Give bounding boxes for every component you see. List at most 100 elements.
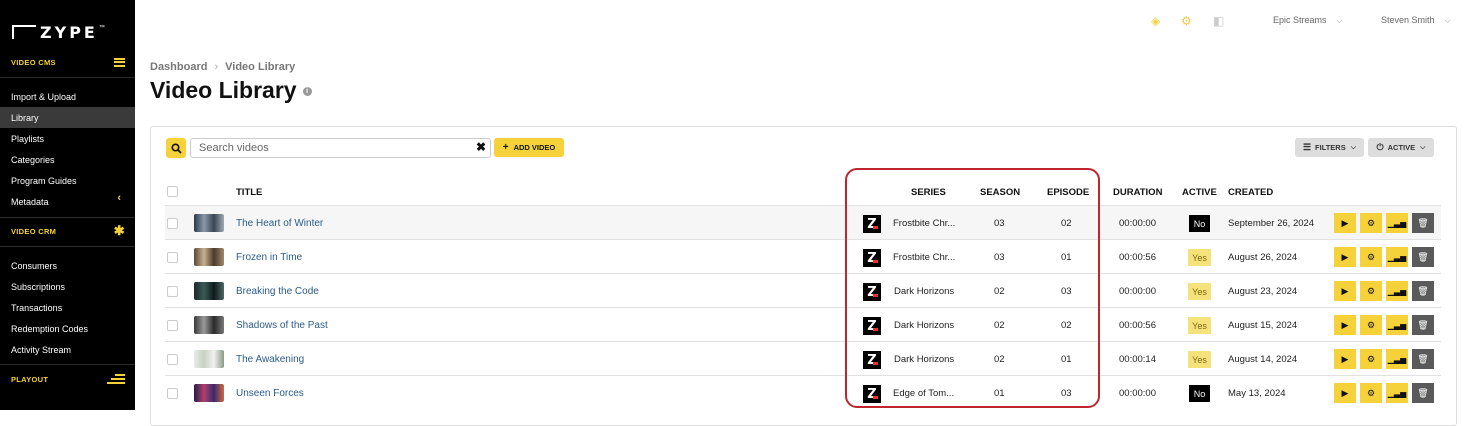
account-dropdown[interactable]: Epic Streams ⌵ [1273,15,1343,26]
row-checkbox[interactable] [167,218,178,229]
analytics-button[interactable]: ▁▃▅ [1386,349,1408,369]
row-checkbox[interactable] [167,354,178,365]
video-thumbnail[interactable] [194,316,224,334]
user-dropdown[interactable]: Steven Smith ⌵ [1381,15,1451,26]
table-row[interactable]: Breaking the Code Z Dark Horizons 02 03 … [165,273,1441,307]
video-thumbnail[interactable] [194,282,224,300]
chevron-down-icon: ⌵ [1336,16,1343,25]
video-title-link[interactable]: Shadows of the Past [236,320,328,331]
play-button[interactable]: ▶ [1334,281,1356,301]
video-title-link[interactable]: Unseen Forces [236,388,304,399]
settings-button[interactable]: ⚙ [1360,247,1382,267]
layers-icon[interactable]: ◈ [1151,14,1160,28]
sidebar-item-metadata[interactable]: Metadata [0,191,135,212]
settings-button[interactable]: ⚙ [1360,315,1382,335]
play-button[interactable]: ▶ [1334,383,1356,403]
video-title-link[interactable]: The Awakening [236,354,304,365]
analytics-button[interactable]: ▁▃▅ [1386,315,1408,335]
settings-button[interactable]: ⚙ [1360,281,1382,301]
search-button[interactable] [166,138,186,158]
sidebar-item-program-guides[interactable]: Program Guides [0,170,135,191]
row-checkbox[interactable] [167,320,178,331]
tag-icon[interactable]: ◧ [1213,14,1224,28]
trash-icon: 🗑 [1417,285,1429,296]
settings-cogs-icon[interactable]: ⚙ [1181,14,1192,28]
play-button[interactable]: ▶ [1334,315,1356,335]
sidebar-item-categories[interactable]: Categories [0,149,135,170]
video-thumbnail[interactable] [194,384,224,402]
delete-button[interactable]: 🗑 [1412,213,1434,233]
sidebar-item-activity-stream[interactable]: Activity Stream [0,339,135,360]
active-filter-button[interactable]: ⏻ ACTIVE ⌵ [1368,138,1434,157]
video-title-link[interactable]: The Heart of Winter [236,218,323,229]
signal-bars-icon: ▁▃▅ [1387,286,1407,296]
analytics-button[interactable]: ▁▃▅ [1386,281,1408,301]
play-button[interactable]: ▶ [1334,247,1356,267]
status-badge: Yes [1188,283,1211,300]
column-header-title[interactable]: TITLE [236,187,262,198]
delete-button[interactable]: 🗑 [1412,247,1434,267]
play-button[interactable]: ▶ [1334,213,1356,233]
settings-button[interactable]: ⚙ [1360,349,1382,369]
column-header-duration[interactable]: DURATION [1113,187,1162,198]
table-row[interactable]: The Heart of Winter Z Frostbite Chr... 0… [165,205,1441,239]
table-row[interactable]: Shadows of the Past Z Dark Horizons 02 0… [165,307,1441,341]
trash-icon: 🗑 [1417,319,1429,330]
add-video-button[interactable]: + ADD VIDEO [494,138,564,157]
search-input[interactable] [190,138,491,158]
video-title-link[interactable]: Breaking the Code [236,286,319,297]
column-header-active[interactable]: ACTIVE [1182,187,1217,198]
top-bar: ◈ ⚙ ◧ Epic Streams ⌵ Steven Smith ⌵ [135,0,1472,40]
divider [0,77,135,78]
trash-icon: 🗑 [1417,217,1429,228]
info-icon[interactable]: i [302,87,312,97]
status-badge: No [1189,385,1210,402]
chevron-down-icon: ⌵ [1350,143,1357,151]
analytics-button[interactable]: ▁▃▅ [1386,383,1408,403]
sidebar-item-redemption-codes[interactable]: Redemption Codes [0,318,135,339]
video-title-link[interactable]: Frozen in Time [236,252,302,263]
table-row[interactable]: Unseen Forces Z Edge of Tom... 01 03 00:… [165,375,1441,409]
delete-button[interactable]: 🗑 [1412,281,1434,301]
table-row[interactable]: Frozen in Time Z Frostbite Chr... 03 01 … [165,239,1441,273]
filters-button[interactable]: ☰ FILTERS ⌵ [1295,138,1364,157]
sidebar-item-transactions[interactable]: Transactions [0,297,135,318]
select-all-checkbox[interactable] [167,186,178,197]
breadcrumb-dashboard[interactable]: Dashboard [150,61,207,73]
trash-icon: 🗑 [1417,251,1429,262]
table-row[interactable]: The Awakening Z Dark Horizons 02 01 00:0… [165,341,1441,375]
sidebar-item-consumers[interactable]: Consumers [0,255,135,276]
row-checkbox[interactable] [167,252,178,263]
section-video-crm[interactable]: VIDEO CRM ✱ [0,218,135,244]
created-date: August 26, 2024 [1228,252,1298,263]
sidebar-item-playlists[interactable]: Playlists [0,128,135,149]
settings-button[interactable]: ⚙ [1360,383,1382,403]
delete-button[interactable]: 🗑 [1412,315,1434,335]
row-checkbox[interactable] [167,286,178,297]
delete-button[interactable]: 🗑 [1412,349,1434,369]
video-thumbnail[interactable] [194,214,224,232]
clear-search-icon[interactable]: ✖ [476,140,486,154]
section-playout[interactable]: PLAYOUT [0,366,135,392]
video-thumbnail[interactable] [194,350,224,368]
row-checkbox[interactable] [167,388,178,399]
sidebar-item-import-upload[interactable]: Import & Upload [0,86,135,107]
signal-bars-icon: ▁▃▅ [1387,218,1407,228]
video-thumbnail[interactable] [194,248,224,266]
collapse-chevron-icon[interactable]: ‹ [117,192,121,204]
breadcrumb-separator-icon: › [214,61,219,73]
sidebar: ZYPE ™ VIDEO CMS Import & Upload Library … [0,0,135,410]
breadcrumb: Dashboard › Video Library [150,61,295,73]
sidebar-item-library[interactable]: Library [0,107,135,128]
play-button[interactable]: ▶ [1334,349,1356,369]
zype-logo[interactable]: ZYPE ™ [12,22,105,42]
column-header-created[interactable]: CREATED [1228,187,1273,198]
analytics-button[interactable]: ▁▃▅ [1386,247,1408,267]
section-video-cms[interactable]: VIDEO CMS [0,49,135,75]
sidebar-item-subscriptions[interactable]: Subscriptions [0,276,135,297]
series-season-episode-highlight [845,168,1100,408]
settings-button[interactable]: ⚙ [1360,213,1382,233]
menu-icon[interactable] [114,57,125,67]
delete-button[interactable]: 🗑 [1412,383,1434,403]
analytics-button[interactable]: ▁▃▅ [1386,213,1408,233]
